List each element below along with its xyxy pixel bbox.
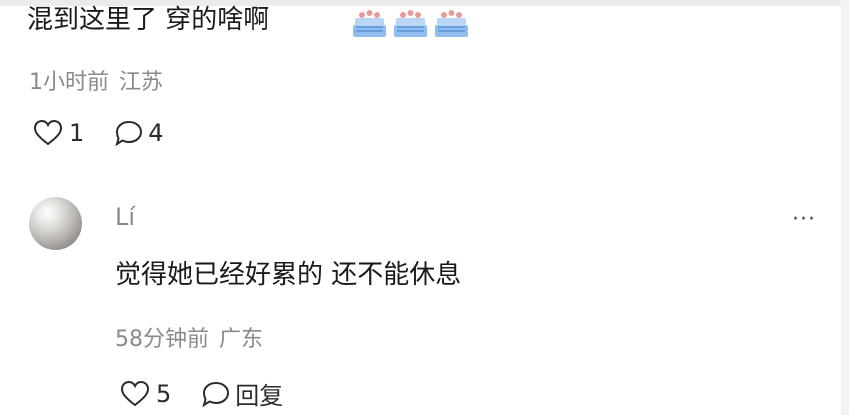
comment-time: 1小时前 (29, 70, 109, 95)
comment-bubble-icon (201, 380, 231, 408)
comment-meta: 58分钟前 广东 (115, 321, 263, 353)
comment-actions: 1 4 (33, 119, 164, 147)
comment-bubble-icon (114, 119, 144, 147)
comment-text: 觉得她已经好累的 还不能休息 (115, 260, 462, 290)
username[interactable]: Lí (115, 203, 135, 231)
avatar[interactable] (29, 197, 82, 250)
like-count: 1 (69, 119, 85, 147)
reply-button[interactable]: 4 (114, 119, 164, 147)
emoji-row (350, 8, 471, 38)
cake-icon (391, 8, 430, 38)
heart-icon (33, 119, 63, 147)
reply-button[interactable]: 回复 (201, 376, 283, 411)
like-count: 5 (156, 379, 172, 408)
more-options-icon[interactable]: ··· (792, 207, 816, 232)
cake-icon (432, 8, 471, 38)
like-button[interactable]: 5 (120, 380, 171, 408)
reply-label: 回复 (235, 382, 284, 410)
cake-icon (350, 8, 389, 38)
like-button[interactable]: 1 (33, 119, 84, 147)
comment-meta: 1小时前 江苏 (29, 64, 163, 96)
reply-count: 4 (148, 119, 164, 147)
comment-actions: 5 回复 (120, 376, 283, 411)
comment-text: 混到这里了 穿的啥啊 (27, 5, 270, 35)
comment-location: 江苏 (119, 70, 164, 95)
comment-location: 广东 (219, 327, 264, 352)
scrollbar-track[interactable] (841, 0, 849, 415)
comment-time: 58分钟前 (115, 327, 209, 352)
heart-icon (120, 380, 150, 408)
